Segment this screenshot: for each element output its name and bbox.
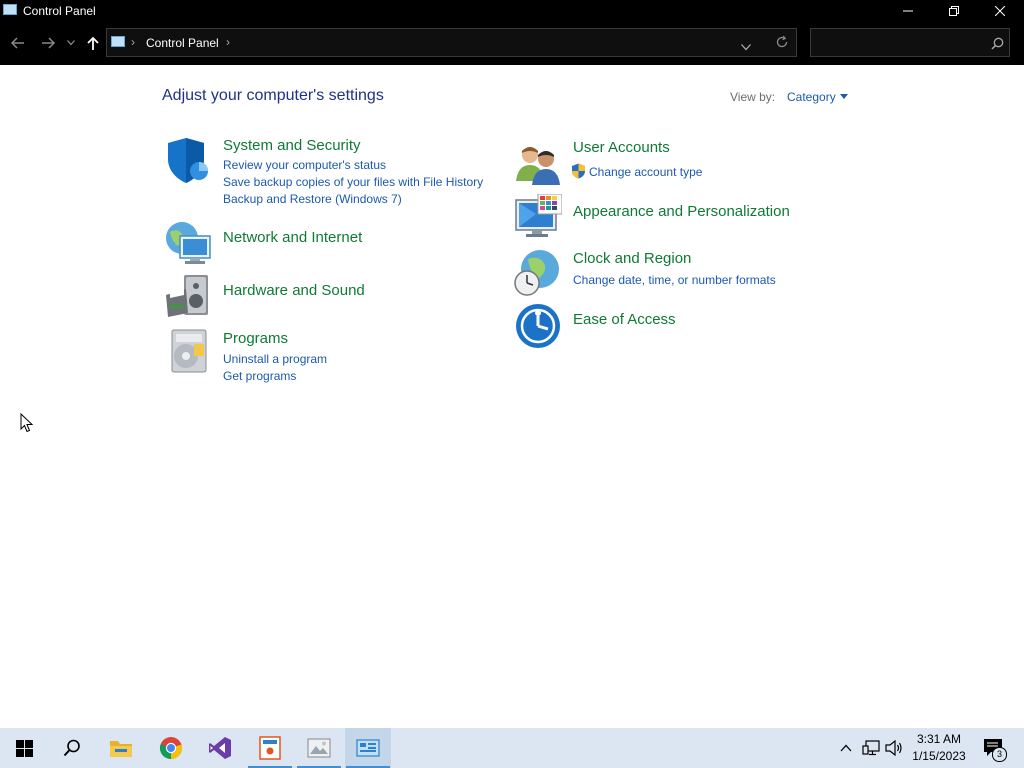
category-title[interactable]: Programs xyxy=(223,330,288,347)
control-panel-taskbar-button[interactable] xyxy=(345,728,391,768)
visual-studio-icon xyxy=(209,737,231,759)
image-viewer-icon xyxy=(307,738,331,758)
link-file-history[interactable]: Save backup copies of your files with Fi… xyxy=(223,175,483,189)
category-title[interactable]: Network and Internet xyxy=(223,229,362,246)
printer-speaker-icon[interactable] xyxy=(164,273,212,321)
search-icon[interactable] xyxy=(991,37,1004,55)
link-review-status[interactable]: Review your computer's status xyxy=(223,158,386,172)
caret-down-icon[interactable] xyxy=(839,94,848,99)
file-explorer-button[interactable] xyxy=(98,728,144,768)
link-change-date-time-formats[interactable]: Change date, time, or number formats xyxy=(573,273,776,287)
window-title: Control Panel xyxy=(23,4,96,18)
category-appearance-and-personalization: Appearance and Personalization xyxy=(514,193,844,242)
view-by-dropdown[interactable]: Category xyxy=(787,90,848,104)
visual-studio-button[interactable] xyxy=(197,728,243,768)
category-system-and-security: System and Security Review your computer… xyxy=(164,137,494,207)
chevron-right-icon[interactable]: › xyxy=(226,35,230,49)
category-title[interactable]: Appearance and Personalization xyxy=(573,203,790,220)
chevron-up-icon xyxy=(840,744,852,752)
chrome-button[interactable] xyxy=(148,728,194,768)
navigation-bar: › Control Panel › xyxy=(0,22,1024,65)
close-button[interactable] xyxy=(977,0,1023,22)
forward-arrow-icon xyxy=(42,37,55,49)
chrome-icon xyxy=(159,737,183,760)
network-icon xyxy=(862,740,880,756)
category-title[interactable]: Clock and Region xyxy=(573,250,691,267)
back-button[interactable] xyxy=(7,32,29,54)
recent-locations-button[interactable] xyxy=(62,32,80,54)
up-button[interactable] xyxy=(82,32,104,54)
file-explorer-icon xyxy=(110,741,132,757)
chevron-right-icon: › xyxy=(131,35,135,49)
category-title[interactable]: Hardware and Sound xyxy=(223,282,365,299)
search-icon xyxy=(63,739,80,757)
start-icon xyxy=(15,739,33,757)
breadcrumb-control-panel[interactable]: Control Panel xyxy=(146,36,219,50)
category-ease-of-access: Ease of Access xyxy=(514,302,844,350)
clock-date: 1/15/2023 xyxy=(912,749,966,763)
show-hidden-icons-button[interactable] xyxy=(836,728,856,768)
view-by-label: View by: xyxy=(730,90,776,104)
clock-globe-icon[interactable] xyxy=(514,249,562,297)
search-input[interactable] xyxy=(811,29,993,56)
forward-button[interactable] xyxy=(37,32,59,54)
view-by-value[interactable]: Category xyxy=(787,90,836,104)
taskbar: 3:31 AM 1/15/2023 3 xyxy=(0,728,1024,768)
system-clock[interactable]: 3:31 AM 1/15/2023 xyxy=(900,731,978,765)
control-panel-content: Adjust your computer's settings View by:… xyxy=(0,65,1024,728)
search-button[interactable] xyxy=(49,728,95,768)
restore-button[interactable] xyxy=(931,0,977,22)
address-bar[interactable]: › Control Panel › xyxy=(106,28,797,57)
refresh-icon xyxy=(776,35,788,48)
address-dropdown-button[interactable] xyxy=(741,38,751,56)
back-arrow-icon xyxy=(11,37,24,49)
search-box[interactable] xyxy=(810,28,1010,57)
minimize-button[interactable] xyxy=(885,0,931,22)
link-uninstall-program[interactable]: Uninstall a program xyxy=(223,352,327,366)
programs-disc-icon[interactable] xyxy=(164,326,212,374)
category-user-accounts: User Accounts Change account type xyxy=(514,139,844,189)
category-title[interactable]: Ease of Access xyxy=(573,311,676,328)
refresh-button[interactable] xyxy=(775,35,789,54)
category-title[interactable]: User Accounts xyxy=(573,139,670,156)
close-icon xyxy=(995,6,1005,16)
network-tray-button[interactable] xyxy=(860,728,882,768)
shield-icon[interactable] xyxy=(164,137,212,185)
minimize-icon xyxy=(903,10,913,12)
category-clock-and-region: Clock and Region Change date, time, or n… xyxy=(514,249,844,297)
chevron-down-icon xyxy=(67,40,75,46)
app-icon xyxy=(259,736,281,760)
users-icon[interactable] xyxy=(514,141,562,189)
restore-icon xyxy=(949,6,959,16)
action-center-button[interactable]: 3 xyxy=(980,728,1007,768)
link-backup-restore[interactable]: Backup and Restore (Windows 7) xyxy=(223,192,402,206)
app-button[interactable] xyxy=(247,728,293,768)
control-panel-icon xyxy=(111,36,125,47)
ease-of-access-icon[interactable] xyxy=(514,302,562,350)
up-arrow-icon xyxy=(87,36,99,50)
start-button[interactable] xyxy=(1,728,47,768)
category-programs: Programs Uninstall a program Get program… xyxy=(164,326,494,386)
chevron-down-icon xyxy=(741,44,751,51)
mouse-cursor-icon xyxy=(20,412,34,438)
category-network-and-internet: Network and Internet xyxy=(164,220,494,268)
link-get-programs[interactable]: Get programs xyxy=(223,369,296,383)
notification-count-badge: 3 xyxy=(992,747,1007,762)
category-title[interactable]: System and Security xyxy=(223,137,361,154)
monitor-palette-icon[interactable] xyxy=(514,193,563,242)
title-bar: Control Panel xyxy=(0,0,1024,22)
network-globe-icon[interactable] xyxy=(164,220,212,268)
image-viewer-button[interactable] xyxy=(296,728,342,768)
category-hardware-and-sound: Hardware and Sound xyxy=(164,273,494,321)
uac-shield-icon xyxy=(571,163,586,179)
control-panel-icon xyxy=(356,739,380,757)
clock-time: 3:31 AM xyxy=(916,732,962,746)
page-title: Adjust your computer's settings xyxy=(162,87,384,104)
control-panel-icon xyxy=(3,4,17,15)
link-change-account-type[interactable]: Change account type xyxy=(589,165,702,179)
